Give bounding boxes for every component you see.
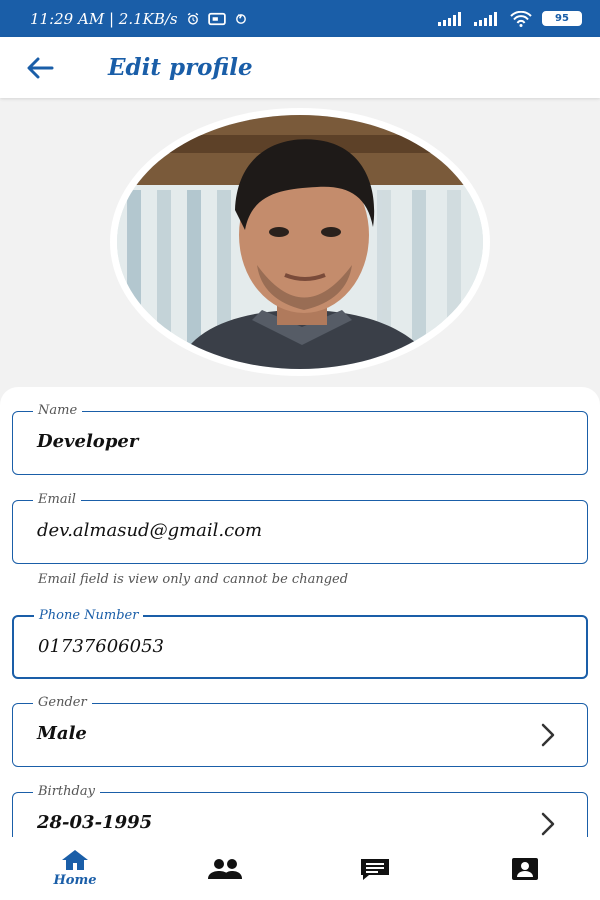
phone-label: Phone Number bbox=[34, 607, 144, 625]
name-label: Name bbox=[33, 402, 83, 420]
name-field[interactable]: Name Developer bbox=[12, 402, 588, 475]
email-label: Email bbox=[33, 491, 81, 509]
birthday-field[interactable]: Birthday 28-03-1995 bbox=[12, 783, 588, 837]
gender-value: Male bbox=[37, 723, 87, 744]
app-bar: Edit profile bbox=[0, 37, 600, 98]
signal-icon bbox=[474, 11, 497, 26]
avatar-frame[interactable] bbox=[110, 108, 490, 376]
nav-people[interactable] bbox=[150, 837, 300, 900]
nav-chat[interactable] bbox=[300, 837, 450, 900]
name-input[interactable]: Developer bbox=[37, 431, 138, 452]
battery-icon: 95 bbox=[542, 11, 582, 26]
birthday-value: 28-03-1995 bbox=[37, 812, 153, 833]
chevron-right-icon[interactable] bbox=[535, 722, 559, 748]
nav-home[interactable]: Home bbox=[0, 837, 150, 900]
message-icon bbox=[207, 12, 226, 25]
chat-icon bbox=[361, 858, 389, 880]
page-title: Edit profile bbox=[108, 54, 253, 81]
profile-form-sheet: Name Developer Email dev.almasud@gmail.c… bbox=[0, 387, 600, 837]
gender-label: Gender bbox=[33, 694, 92, 712]
phone-field[interactable]: Phone Number 01737606053 bbox=[12, 607, 588, 679]
contact-card-icon bbox=[512, 857, 538, 880]
home-icon bbox=[62, 850, 88, 870]
back-button[interactable] bbox=[10, 37, 70, 98]
status-bar: 11:29 AM | 2.1KB/s 95 bbox=[0, 0, 600, 37]
email-helper-text: Email field is view only and cannot be c… bbox=[38, 572, 349, 587]
birthday-label: Birthday bbox=[33, 783, 100, 801]
chevron-right-icon[interactable] bbox=[535, 811, 559, 837]
phone-input[interactable]: 01737606053 bbox=[38, 636, 164, 657]
avatar bbox=[117, 115, 483, 369]
avatar-photo bbox=[117, 115, 483, 369]
nav-contact[interactable] bbox=[450, 837, 600, 900]
sync-icon bbox=[235, 13, 246, 24]
arrow-back-icon bbox=[27, 57, 54, 78]
email-field[interactable]: Email dev.almasud@gmail.com bbox=[12, 491, 588, 564]
alarm-icon bbox=[187, 12, 198, 25]
signal-icon bbox=[438, 11, 461, 26]
email-input[interactable]: dev.almasud@gmail.com bbox=[37, 520, 262, 541]
wifi-icon bbox=[510, 10, 532, 27]
gender-field[interactable]: Gender Male bbox=[12, 694, 588, 767]
nav-home-label: Home bbox=[53, 873, 97, 888]
status-time: 11:29 AM | 2.1KB/s bbox=[30, 9, 178, 28]
bottom-navigation: Home bbox=[0, 837, 600, 900]
people-icon bbox=[208, 858, 242, 879]
